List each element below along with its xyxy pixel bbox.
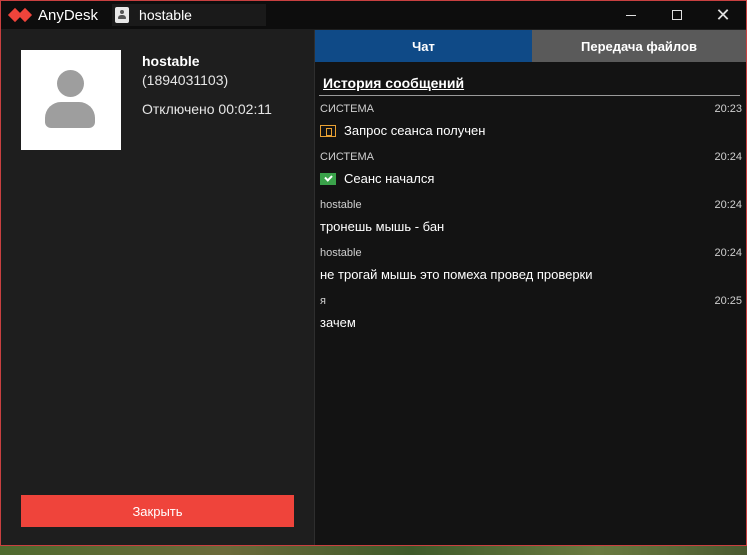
message-sender: hostable: [320, 199, 362, 211]
app-logo: AnyDesk: [7, 6, 99, 24]
message-sender: СИСТЕМА: [320, 103, 374, 115]
minimize-icon: [626, 14, 636, 16]
avatar-body-icon: [45, 102, 95, 128]
anydesk-window: AnyDesk hostable ✕ hostable (1894031103)…: [0, 0, 747, 546]
message-list: СИСТЕМА 20:23 Запрос сеанса получен СИСТ…: [315, 96, 746, 343]
close-session-button[interactable]: Закрыть: [21, 495, 294, 527]
message-sender: я: [320, 295, 326, 307]
message-sender: СИСТЕМА: [320, 151, 374, 163]
message-time: 20:25: [714, 295, 742, 307]
app-name: AnyDesk: [38, 6, 99, 24]
avatar: [21, 50, 121, 150]
peer-id: (1894031103): [142, 72, 229, 88]
minimize-button[interactable]: [608, 1, 654, 29]
maximize-icon: [672, 10, 682, 20]
message-time: 20:24: [714, 199, 742, 211]
message-time: 20:23: [714, 103, 742, 115]
session-request-icon: [320, 124, 336, 137]
message-item: hostable 20:24 тронешь мышь - бан: [320, 199, 742, 247]
panel-tabs: Чат Передача файлов: [315, 30, 746, 62]
session-started-icon: [320, 172, 336, 185]
peer-info-panel: hostable (1894031103) Отключено 00:02:11…: [1, 30, 313, 545]
avatar-head-icon: [57, 70, 84, 97]
window-controls: ✕: [608, 1, 746, 29]
message-item: hostable 20:24 не трогай мышь это помеха…: [320, 247, 742, 295]
desktop-background: [0, 546, 747, 555]
close-window-button[interactable]: ✕: [700, 1, 746, 29]
message-time: 20:24: [714, 151, 742, 163]
message-text: Сеанс начался: [344, 171, 435, 186]
tab-chat[interactable]: Чат: [315, 30, 532, 62]
user-icon: [115, 7, 130, 23]
session-tab-label: hostable: [139, 7, 192, 23]
message-item: СИСТЕМА 20:23 Запрос сеанса получен: [320, 103, 742, 151]
message-time: 20:24: [714, 247, 742, 259]
connection-status: Отключено 00:02:11: [142, 101, 272, 117]
message-item: я 20:25 зачем: [320, 295, 742, 343]
title-bar: AnyDesk hostable ✕: [1, 1, 746, 29]
peer-name: hostable: [142, 53, 200, 69]
close-icon: ✕: [715, 5, 731, 25]
tab-file-transfer[interactable]: Передача файлов: [532, 30, 746, 62]
session-tab[interactable]: hostable: [112, 4, 267, 26]
message-history-title: История сообщений: [323, 75, 465, 91]
chat-panel: Чат Передача файлов История сообщений СИ…: [314, 30, 746, 545]
message-sender: hostable: [320, 247, 362, 259]
message-text: не трогай мышь это помеха провед проверк…: [320, 267, 593, 282]
message-text: тронешь мышь - бан: [320, 219, 445, 234]
message-text: Запрос сеанса получен: [344, 123, 486, 138]
message-text: зачем: [320, 315, 356, 330]
anydesk-logo-icon: [7, 7, 33, 23]
maximize-button[interactable]: [654, 1, 700, 29]
message-item: СИСТЕМА 20:24 Сеанс начался: [320, 151, 742, 199]
